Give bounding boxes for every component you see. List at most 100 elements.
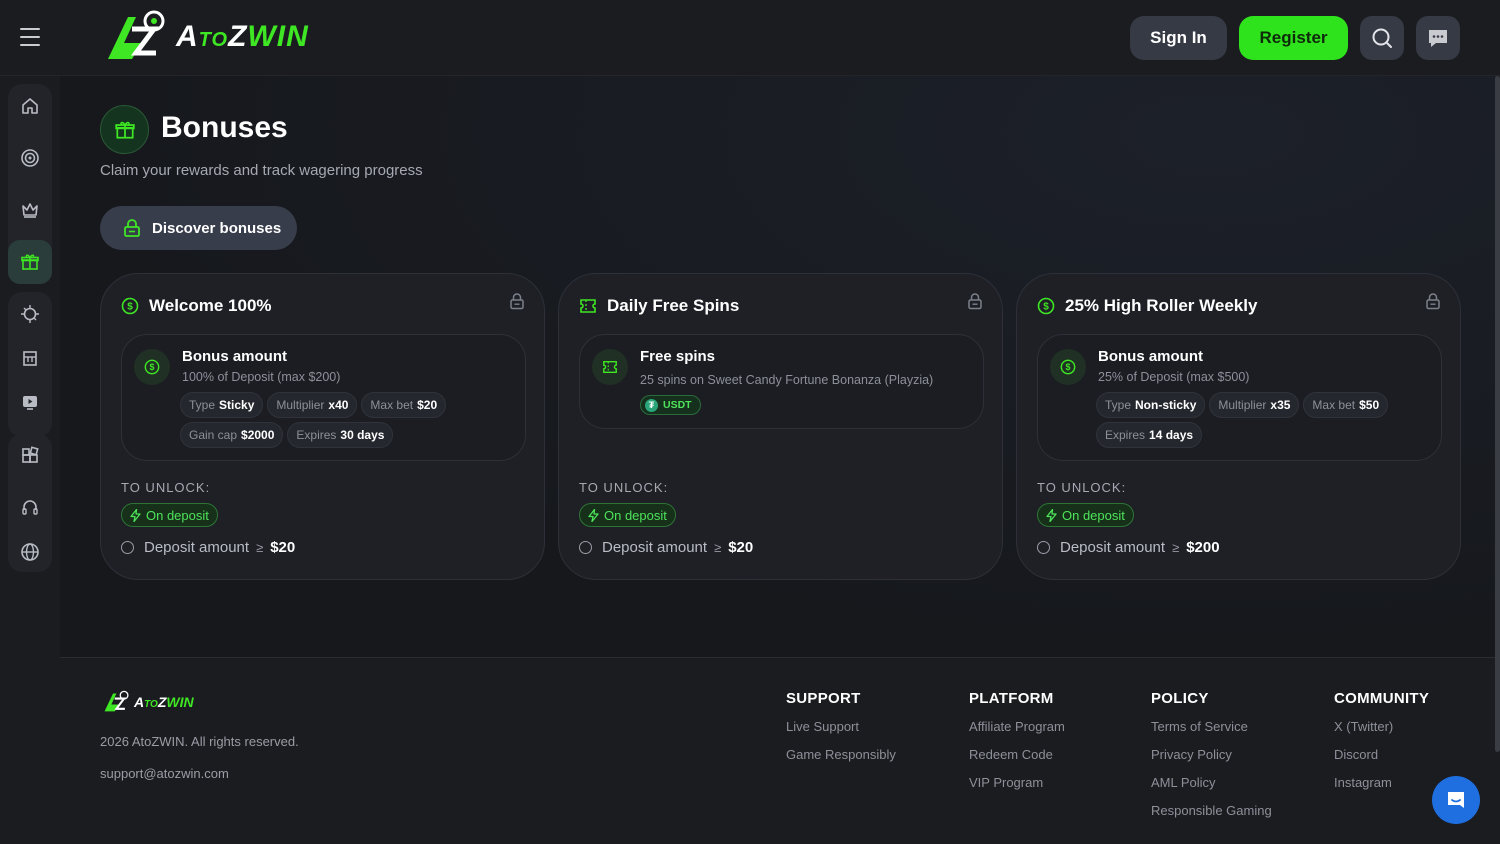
card-header: $ 25% High Roller Weekly	[1037, 296, 1257, 316]
sidebar-item-categories[interactable]	[8, 434, 52, 478]
svg-text:$: $	[127, 302, 133, 313]
on-deposit-badge: On deposit	[121, 503, 218, 527]
footer-link-terms[interactable]: Terms of Service	[1151, 719, 1272, 747]
footer-link-instagram[interactable]: Instagram	[1334, 775, 1429, 803]
footer-column-title: SUPPORT	[786, 690, 861, 707]
register-button[interactable]: Register	[1239, 16, 1348, 60]
footer-column-title: COMMUNITY	[1334, 690, 1430, 707]
footer-column-support: SUPPORT Live Support Game Responsibly	[786, 690, 896, 775]
chip-label: Gain cap	[189, 428, 238, 442]
footer-link-game-responsibly[interactable]: Game Responsibly	[786, 747, 896, 775]
sidebar-item-support[interactable]	[8, 486, 52, 530]
logo-part-to: TO	[198, 29, 229, 51]
slots-icon	[23, 351, 37, 366]
bonus-amount-title: Bonus amount	[1098, 348, 1203, 365]
chip-value: Sticky	[219, 398, 255, 412]
sidebar-item-sports[interactable]	[8, 292, 52, 336]
bonus-card-welcome: $ Welcome 100% $ Bonus amount 100% of De…	[100, 273, 545, 580]
footer-link-affiliate[interactable]: Affiliate Program	[969, 719, 1065, 747]
requirement-operator: ≥	[1172, 540, 1180, 555]
sidebar-item-slots[interactable]	[8, 336, 52, 380]
footer-link-privacy[interactable]: Privacy Policy	[1151, 747, 1272, 775]
card-header: Daily Free Spins	[579, 296, 739, 316]
bonus-card-high-roller: $ 25% High Roller Weekly $ Bonus amount …	[1016, 273, 1461, 580]
chip-value: Non-sticky	[1135, 398, 1197, 412]
free-spins-icon-badge	[592, 349, 628, 385]
unlock-label: TO UNLOCK:	[579, 480, 669, 495]
sidebar-item-language[interactable]	[8, 530, 52, 574]
chip-type: Type Non-sticky	[1096, 392, 1206, 418]
chat-button[interactable]	[1416, 16, 1460, 60]
on-deposit-label: On deposit	[146, 507, 209, 523]
search-button[interactable]	[1360, 16, 1404, 60]
card-lock-button[interactable]	[966, 292, 984, 315]
chip-expires: Expires 14 days	[1096, 422, 1203, 448]
logo-part-to: TO	[144, 699, 158, 710]
unlock-requirement: Deposit amount ≥ $20	[579, 539, 753, 556]
card-lock-button[interactable]	[508, 292, 526, 315]
page-title: Bonuses	[161, 111, 288, 144]
lightning-icon	[588, 508, 599, 522]
on-deposit-label: On deposit	[1062, 507, 1125, 523]
on-deposit-badge: On deposit	[1037, 503, 1134, 527]
chip-label: Type	[189, 398, 216, 412]
chip-gain-cap: Gain cap $2000	[180, 422, 284, 448]
footer-logo[interactable]: ATOZWIN	[102, 690, 194, 714]
free-spins-description: 25 spins on Sweet Candy Fortune Bonanza …	[640, 373, 934, 387]
footer-support-email[interactable]: support@atozwin.com	[100, 766, 229, 781]
live-chat-button[interactable]	[1432, 776, 1480, 824]
footer-column-community: COMMUNITY X (Twitter) Discord Instagram	[1334, 690, 1429, 803]
sign-in-button[interactable]: Sign In	[1130, 16, 1227, 60]
sidebar-item-vip[interactable]	[8, 188, 52, 232]
chip-value: x40	[328, 398, 349, 412]
lock-icon	[968, 293, 982, 310]
chip-label: Type	[1105, 398, 1132, 412]
chip-multiplier: Multiplier x40	[267, 392, 358, 418]
discover-bonuses-label: Discover bonuses	[152, 219, 282, 237]
chip-max-bet: Max bet $50	[1303, 392, 1389, 418]
globe-icon	[21, 543, 39, 561]
logo-part-a: A	[176, 20, 199, 53]
footer-column-policy: POLICY Terms of Service Privacy Policy A…	[1151, 690, 1272, 831]
logo-part-z: Z	[228, 20, 248, 53]
footer-link-responsible-gaming[interactable]: Responsible Gaming	[1151, 803, 1272, 831]
requirement-checkbox[interactable]	[1037, 541, 1050, 554]
requirement-operator: ≥	[256, 540, 264, 555]
chip-label: Multiplier	[1218, 398, 1267, 412]
search-icon	[1372, 28, 1392, 48]
footer-link-twitter[interactable]: X (Twitter)	[1334, 719, 1429, 747]
requirement-label: Deposit amount	[1060, 539, 1166, 556]
card-title: Daily Free Spins	[607, 296, 740, 315]
sidebar-item-bonuses[interactable]	[8, 240, 52, 284]
chip-label: Max bet	[370, 398, 414, 412]
footer-link-live-support[interactable]: Live Support	[786, 719, 896, 747]
sidebar-item-home[interactable]	[8, 84, 52, 128]
menu-icon[interactable]	[20, 28, 40, 46]
card-title: Welcome 100%	[149, 296, 272, 315]
footer-column-title: PLATFORM	[969, 690, 1054, 707]
brand-logo[interactable]: ATOZWIN	[102, 8, 332, 66]
home-icon	[22, 98, 38, 114]
sidebar-item-target[interactable]	[8, 136, 52, 180]
page-scrollbar[interactable]	[1495, 76, 1500, 752]
sidebar-item-live[interactable]	[8, 380, 52, 424]
dollar-coin-icon: $	[144, 359, 160, 375]
sidebar-group-games	[8, 292, 52, 437]
footer-link-redeem-code[interactable]: Redeem Code	[969, 747, 1065, 775]
chip-multiplier: Multiplier x35	[1209, 392, 1300, 418]
requirement-checkbox[interactable]	[579, 541, 592, 554]
lightning-icon	[130, 508, 141, 522]
footer-logo-wordmark: ATOZWIN	[134, 694, 194, 710]
card-lock-button[interactable]	[1424, 292, 1442, 315]
logo-mark-icon	[108, 10, 165, 59]
free-spins-details-panel: Free spins 25 spins on Sweet Candy Fortu…	[579, 334, 984, 429]
chip-value: $2000	[241, 428, 275, 442]
footer-link-discord[interactable]: Discord	[1334, 747, 1429, 775]
logo-part-win: WIN	[247, 20, 309, 53]
footer-link-vip[interactable]: VIP Program	[969, 775, 1065, 803]
requirement-checkbox[interactable]	[121, 541, 134, 554]
discover-bonuses-button[interactable]: Discover bonuses	[100, 206, 297, 250]
on-deposit-label: On deposit	[604, 507, 667, 523]
bonus-amount-title: Bonus amount	[182, 348, 287, 365]
footer-link-aml[interactable]: AML Policy	[1151, 775, 1272, 803]
